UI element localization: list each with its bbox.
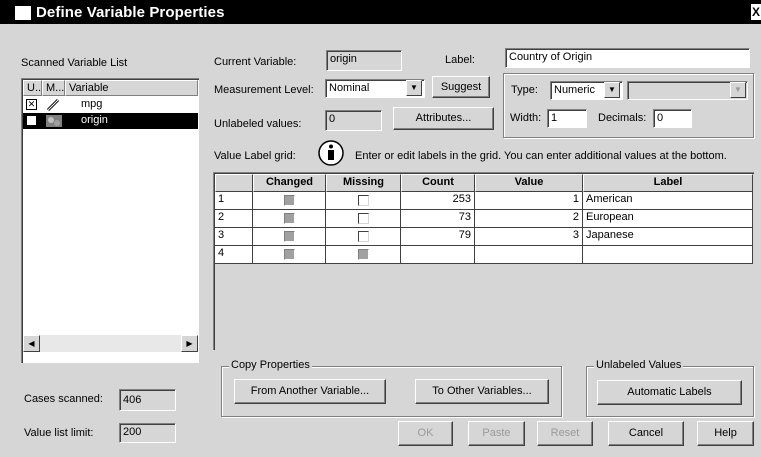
value-list-limit-field[interactable]: 200 <box>119 423 176 443</box>
column-header-value[interactable]: Value <box>475 174 583 192</box>
to-other-variables-button[interactable]: To Other Variables... <box>415 379 549 404</box>
chevron-down-icon[interactable]: ▼ <box>406 80 422 96</box>
row-number[interactable]: 2 <box>215 210 253 228</box>
column-header-missing[interactable]: Missing <box>326 174 401 192</box>
label-label: Label: <box>445 54 475 66</box>
value-label-grid-label: Value Label grid: <box>214 150 296 162</box>
changed-checkbox <box>284 249 295 260</box>
measurement-level-value: Nominal <box>329 82 370 94</box>
variable-label-input[interactable]: Country of Origin <box>505 48 750 68</box>
count-cell <box>401 246 475 264</box>
scroll-right-icon[interactable]: ▶ <box>181 335 198 352</box>
row-number[interactable]: 4 <box>215 246 253 264</box>
cases-scanned-field: 406 <box>119 389 176 411</box>
close-icon[interactable]: X <box>751 4 761 20</box>
missing-cell[interactable] <box>326 192 401 210</box>
count-cell: 253 <box>401 192 475 210</box>
unlabeled-values-field: 0 <box>325 110 382 131</box>
missing-cell[interactable] <box>326 228 401 246</box>
use-checkbox-checked[interactable]: ✕ <box>26 99 37 110</box>
scanned-variable-list[interactable]: U... M... Variable ✕ mpg origin ◀ ▶ <box>21 78 199 363</box>
column-header-measure[interactable]: M... <box>42 80 65 96</box>
label-cell[interactable]: European <box>583 210 753 228</box>
window-icon <box>15 6 31 20</box>
value-cell[interactable] <box>475 246 583 264</box>
cases-scanned-label: Cases scanned: <box>24 393 103 405</box>
window-title: Define Variable Properties <box>36 4 225 21</box>
count-cell: 79 <box>401 228 475 246</box>
attributes-button[interactable]: Attributes... <box>393 107 494 130</box>
changed-checkbox <box>284 213 295 224</box>
variable-name: mpg <box>81 98 103 110</box>
changed-cell <box>253 246 326 264</box>
use-checkbox-unchecked[interactable] <box>26 115 37 126</box>
missing-checkbox[interactable] <box>358 213 369 224</box>
label-cell[interactable] <box>583 246 753 264</box>
width-label: Width: <box>510 112 542 124</box>
horizontal-scrollbar[interactable]: ◀ ▶ <box>23 335 198 352</box>
value-list-limit-label: Value list limit: <box>24 427 94 439</box>
measurement-level-label: Measurement Level: <box>214 84 314 96</box>
value-cell[interactable]: 3 <box>475 228 583 246</box>
column-header-label[interactable]: Label <box>583 174 753 192</box>
missing-checkbox[interactable] <box>358 195 369 206</box>
decimals-label: Decimals: <box>598 112 647 124</box>
chevron-down-icon: ▼ <box>730 82 746 98</box>
changed-cell <box>253 192 326 210</box>
column-header-variable[interactable]: Variable <box>65 80 198 96</box>
type-label: Type: <box>511 84 538 96</box>
bar-chart-icon <box>46 115 62 127</box>
missing-checkbox[interactable] <box>358 231 369 242</box>
cancel-button[interactable]: Cancel <box>608 421 684 446</box>
value-label-grid[interactable]: Changed Missing Count Value Label 1 253 … <box>213 172 754 350</box>
type-value: Numeric <box>554 84 595 96</box>
changed-cell <box>253 228 326 246</box>
changed-checkbox <box>284 195 295 206</box>
info-icon <box>318 140 344 166</box>
automatic-labels-button[interactable]: Automatic Labels <box>597 380 742 405</box>
scanned-variable-list-label: Scanned Variable List <box>21 57 128 69</box>
changed-checkbox <box>284 231 295 242</box>
ok-button[interactable]: OK <box>398 421 453 446</box>
column-header-count[interactable]: Count <box>401 174 475 192</box>
missing-cell[interactable] <box>326 210 401 228</box>
copy-properties-label: Copy Properties <box>229 359 312 371</box>
help-button[interactable]: Help <box>697 421 754 446</box>
title-bar[interactable]: Define Variable Properties X <box>0 0 761 24</box>
unlabeled-values-label: Unlabeled values: <box>214 118 302 130</box>
changed-cell <box>253 210 326 228</box>
value-cell[interactable]: 2 <box>475 210 583 228</box>
suggest-button[interactable]: Suggest <box>432 76 490 98</box>
row-number[interactable]: 1 <box>215 192 253 210</box>
variable-row-mpg[interactable]: ✕ mpg <box>23 97 198 113</box>
row-number[interactable]: 3 <box>215 228 253 246</box>
variable-name: origin <box>81 114 108 126</box>
grid-info-text: Enter or edit labels in the grid. You ca… <box>355 150 727 162</box>
decimals-input[interactable]: 0 <box>653 109 692 128</box>
missing-cell[interactable] <box>326 246 401 264</box>
column-header-changed[interactable]: Changed <box>253 174 326 192</box>
value-cell[interactable]: 1 <box>475 192 583 210</box>
reset-button[interactable]: Reset <box>537 421 593 446</box>
label-cell[interactable]: Japanese <box>583 228 753 246</box>
scroll-left-icon[interactable]: ◀ <box>23 335 40 352</box>
unlabeled-values-group-label: Unlabeled Values <box>594 359 684 371</box>
count-cell: 73 <box>401 210 475 228</box>
current-variable-label: Current Variable: <box>214 56 297 68</box>
current-variable-field: origin <box>326 50 402 71</box>
paste-button[interactable]: Paste <box>468 421 525 446</box>
grid-corner <box>215 174 253 192</box>
missing-checkbox[interactable] <box>358 249 369 260</box>
variable-row-origin[interactable]: origin <box>23 113 198 129</box>
dialog-window: Define Variable Properties X Scanned Var… <box>0 0 761 457</box>
width-input[interactable]: 1 <box>547 109 587 128</box>
from-another-variable-button[interactable]: From Another Variable... <box>234 379 386 404</box>
label-cell[interactable]: American <box>583 192 753 210</box>
chevron-down-icon[interactable]: ▼ <box>604 82 620 98</box>
ruler-icon <box>46 98 60 112</box>
column-header-use[interactable]: U... <box>23 80 44 96</box>
